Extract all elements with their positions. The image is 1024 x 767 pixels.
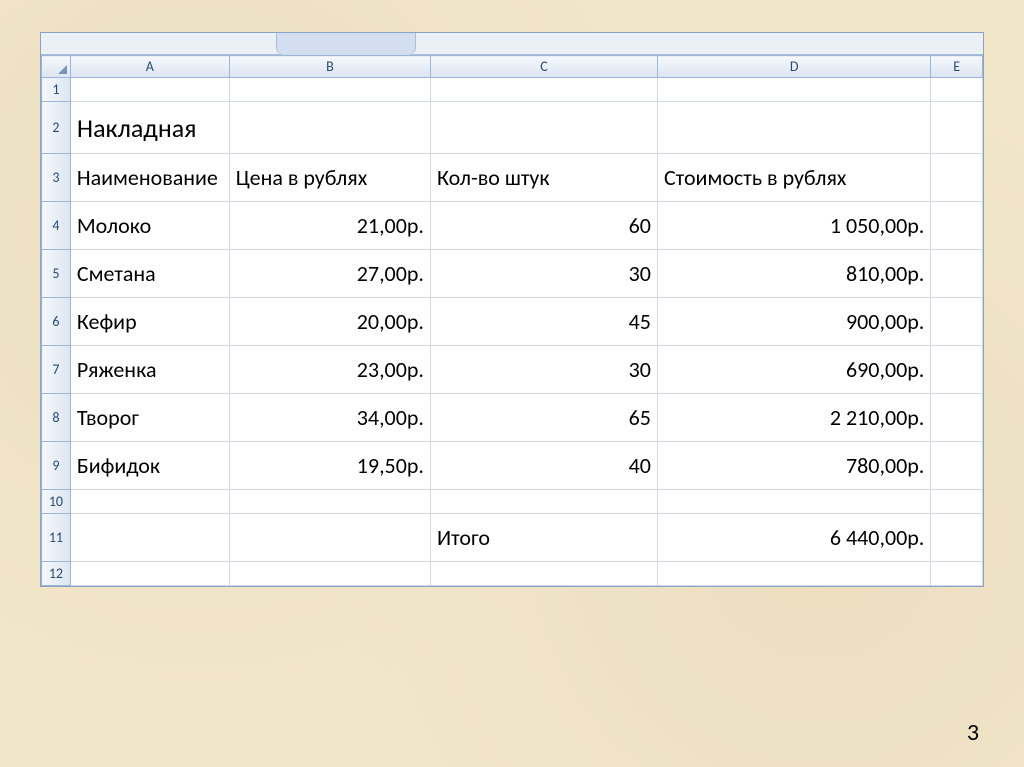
table-row: 11 Итого 6 440,00р.: [42, 514, 983, 562]
col-header-b[interactable]: B: [229, 56, 430, 78]
cell-b1[interactable]: [229, 78, 430, 102]
cell-d6[interactable]: 900,00р.: [657, 298, 930, 346]
cell-b4[interactable]: 21,00р.: [229, 202, 430, 250]
formula-bar: [41, 33, 983, 55]
row-header-5[interactable]: 5: [42, 250, 71, 298]
cell-d8[interactable]: 2 210,00р.: [657, 394, 930, 442]
cell-a1[interactable]: [70, 78, 229, 102]
cell-b9[interactable]: 19,50р.: [229, 442, 430, 490]
table-row: 3 Наименование Цена в рублях Кол-во штук…: [42, 154, 983, 202]
cell-e1[interactable]: [931, 78, 983, 102]
cell-a7[interactable]: Ряженка: [70, 346, 229, 394]
table-row: 12: [42, 562, 983, 586]
cell-c6[interactable]: 45: [430, 298, 657, 346]
cell-d3-header[interactable]: Стоимость в рублях: [657, 154, 930, 202]
select-all-corner[interactable]: [42, 56, 71, 78]
row-header-6[interactable]: 6: [42, 298, 71, 346]
cell-e11[interactable]: [931, 514, 983, 562]
cell-e8[interactable]: [931, 394, 983, 442]
cell-c10[interactable]: [430, 490, 657, 514]
col-header-e[interactable]: E: [931, 56, 983, 78]
row-header-1[interactable]: 1: [42, 78, 71, 102]
cell-e10[interactable]: [931, 490, 983, 514]
cell-d7[interactable]: 690,00р.: [657, 346, 930, 394]
cell-a2-title[interactable]: Накладная: [70, 102, 229, 154]
col-header-d[interactable]: D: [657, 56, 930, 78]
table-row: 2 Накладная: [42, 102, 983, 154]
row-header-7[interactable]: 7: [42, 346, 71, 394]
row-header-11[interactable]: 11: [42, 514, 71, 562]
cell-b6[interactable]: 20,00р.: [229, 298, 430, 346]
row-header-2[interactable]: 2: [42, 102, 71, 154]
page-number: 3: [967, 718, 979, 747]
table-row: 10: [42, 490, 983, 514]
row-header-8[interactable]: 8: [42, 394, 71, 442]
table-row: 8 Творог 34,00р. 65 2 210,00р.: [42, 394, 983, 442]
row-header-12[interactable]: 12: [42, 562, 71, 586]
cell-e2[interactable]: [931, 102, 983, 154]
cell-a9[interactable]: Бифидок: [70, 442, 229, 490]
table-row: 6 Кефир 20,00р. 45 900,00р.: [42, 298, 983, 346]
table-row: 4 Молоко 21,00р. 60 1 050,00р.: [42, 202, 983, 250]
table-row: 5 Сметана 27,00р. 30 810,00р.: [42, 250, 983, 298]
cell-c12[interactable]: [430, 562, 657, 586]
cell-e7[interactable]: [931, 346, 983, 394]
table-row: 9 Бифидок 19,50р. 40 780,00р.: [42, 442, 983, 490]
cell-b12[interactable]: [229, 562, 430, 586]
cell-c2[interactable]: [430, 102, 657, 154]
cell-c7[interactable]: 30: [430, 346, 657, 394]
col-header-c[interactable]: C: [430, 56, 657, 78]
table-row: 7 Ряженка 23,00р. 30 690,00р.: [42, 346, 983, 394]
cell-c5[interactable]: 30: [430, 250, 657, 298]
column-header-row: A B C D E: [42, 56, 983, 78]
spreadsheet-window: A B C D E 1 2 Накладная 3 Наименование Ц…: [40, 32, 984, 587]
cell-a3-header[interactable]: Наименование: [70, 154, 229, 202]
cell-d11-total-value[interactable]: 6 440,00р.: [657, 514, 930, 562]
cell-b7[interactable]: 23,00р.: [229, 346, 430, 394]
cell-d4[interactable]: 1 050,00р.: [657, 202, 930, 250]
cell-b2[interactable]: [229, 102, 430, 154]
spreadsheet-grid[interactable]: A B C D E 1 2 Накладная 3 Наименование Ц…: [41, 55, 983, 586]
row-header-9[interactable]: 9: [42, 442, 71, 490]
formula-tab: [276, 33, 416, 55]
cell-e3[interactable]: [931, 154, 983, 202]
cell-a6[interactable]: Кефир: [70, 298, 229, 346]
row-header-3[interactable]: 3: [42, 154, 71, 202]
row-header-4[interactable]: 4: [42, 202, 71, 250]
cell-a4[interactable]: Молоко: [70, 202, 229, 250]
cell-d5[interactable]: 810,00р.: [657, 250, 930, 298]
cell-e9[interactable]: [931, 442, 983, 490]
cell-a5[interactable]: Сметана: [70, 250, 229, 298]
cell-c9[interactable]: 40: [430, 442, 657, 490]
col-header-a[interactable]: A: [70, 56, 229, 78]
cell-e12[interactable]: [931, 562, 983, 586]
cell-c11-total-label[interactable]: Итого: [430, 514, 657, 562]
cell-a10[interactable]: [70, 490, 229, 514]
cell-c8[interactable]: 65: [430, 394, 657, 442]
cell-b5[interactable]: 27,00р.: [229, 250, 430, 298]
cell-b10[interactable]: [229, 490, 430, 514]
row-header-10[interactable]: 10: [42, 490, 71, 514]
cell-b11[interactable]: [229, 514, 430, 562]
cell-d10[interactable]: [657, 490, 930, 514]
cell-a8[interactable]: Творог: [70, 394, 229, 442]
cell-a12[interactable]: [70, 562, 229, 586]
cell-d1[interactable]: [657, 78, 930, 102]
cell-a11[interactable]: [70, 514, 229, 562]
cell-b8[interactable]: 34,00р.: [229, 394, 430, 442]
table-row: 1: [42, 78, 983, 102]
cell-e5[interactable]: [931, 250, 983, 298]
cell-c1[interactable]: [430, 78, 657, 102]
cell-e4[interactable]: [931, 202, 983, 250]
cell-d9[interactable]: 780,00р.: [657, 442, 930, 490]
cell-c3-header[interactable]: Кол-во штук: [430, 154, 657, 202]
cell-b3-header[interactable]: Цена в рублях: [229, 154, 430, 202]
cell-e6[interactable]: [931, 298, 983, 346]
cell-c4[interactable]: 60: [430, 202, 657, 250]
cell-d12[interactable]: [657, 562, 930, 586]
cell-d2[interactable]: [657, 102, 930, 154]
